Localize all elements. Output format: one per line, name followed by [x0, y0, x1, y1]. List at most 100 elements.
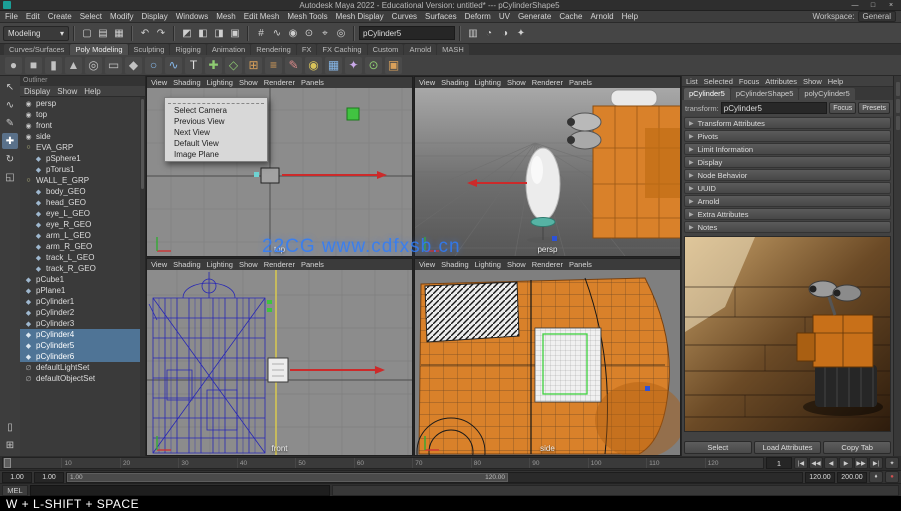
attribute-editor-tab[interactable]: polyCylinder5 — [799, 88, 854, 100]
render-view-icon[interactable]: ▥ — [465, 25, 481, 41]
make-live-icon[interactable]: ⌖ — [317, 25, 333, 41]
viewport-menu-item[interactable]: Renderer — [532, 260, 563, 269]
shelf-extrude-icon[interactable]: ⊞ — [245, 57, 262, 74]
shelf-tab[interactable]: Animation — [207, 44, 250, 55]
attribute-section-header[interactable]: ▶ Extra Attributes — [684, 208, 891, 220]
current-frame-indicator[interactable] — [4, 458, 11, 468]
attribute-section-header[interactable]: ▶ Node Behavior — [684, 169, 891, 181]
outliner-item-pcylinder3[interactable]: ◆ pCylinder3 — [20, 318, 145, 329]
menu-item[interactable]: Generate — [518, 12, 551, 21]
step-forward-button[interactable]: ▶▶ — [854, 457, 868, 469]
shelf-tab[interactable]: MASH — [437, 44, 469, 55]
snap-to-grid-icon[interactable]: # — [253, 25, 269, 41]
workspace-selector[interactable]: Workspace: General — [812, 11, 896, 22]
shelf-text-icon[interactable]: T — [185, 57, 202, 74]
menu-item[interactable]: Modify — [110, 12, 134, 21]
auto-key-toggle[interactable]: ● — [885, 471, 899, 483]
menu-item[interactable]: Create — [48, 12, 72, 21]
new-scene-icon[interactable]: ▢ — [79, 25, 95, 41]
attribute-editor-menu-item[interactable]: Selected — [704, 77, 733, 86]
attribute-editor-menu-item[interactable]: List — [686, 77, 698, 86]
shelf-plane-icon[interactable]: ▭ — [105, 57, 122, 74]
menu-item[interactable]: Help — [622, 12, 638, 21]
set-key-button[interactable]: ♦ — [869, 471, 883, 483]
dropdown-menu-item[interactable]: Next View — [166, 127, 266, 138]
viewport-menu-item[interactable]: Shading — [173, 260, 201, 269]
outliner-item-defaultlightset[interactable]: ∅ defaultLightSet — [20, 362, 145, 373]
outliner-item-pcylinder6[interactable]: ◆ pCylinder6 — [20, 351, 145, 362]
outliner-item-walle-grp[interactable]: ○ WALL_E_GRP — [20, 175, 145, 186]
shelf-multicut-icon[interactable]: ✦ — [345, 57, 362, 74]
shelf-tab[interactable]: Curves/Surfaces — [4, 44, 69, 55]
outliner-item-track-r-geo[interactable]: ◆ track_R_GEO — [20, 263, 145, 274]
viewport-menu-item[interactable]: View — [419, 78, 435, 87]
shelf-cube-icon[interactable]: ■ — [25, 57, 42, 74]
viewport-menu-item[interactable]: View — [419, 260, 435, 269]
shelf-cylinder-icon[interactable]: ▮ — [45, 57, 62, 74]
select-component-icon[interactable]: ◨ — [211, 25, 227, 41]
save-scene-icon[interactable]: ▦ — [111, 25, 127, 41]
outliner-item-front[interactable]: ◉ front — [20, 120, 145, 131]
shelf-nurbs-circle-icon[interactable]: ○ — [145, 57, 162, 74]
viewport-menu-item[interactable]: Panels — [569, 260, 592, 269]
scale-tool-icon[interactable]: ◱ — [2, 169, 18, 185]
attribute-section-header[interactable]: ▶ UUID — [684, 182, 891, 194]
outliner-scrollbar[interactable] — [140, 97, 145, 456]
menu-item[interactable]: Edit — [26, 12, 40, 21]
menu-item[interactable]: Arnold — [590, 12, 613, 21]
focus-button[interactable]: Focus — [829, 102, 856, 114]
viewport-menu-item[interactable]: Renderer — [532, 78, 563, 87]
snap-to-center-icon[interactable]: ◎ — [333, 25, 349, 41]
viewport-menu-item[interactable]: Show — [239, 260, 258, 269]
shelf-sphere-icon[interactable]: ● — [5, 57, 22, 74]
menu-item[interactable]: UV — [499, 12, 510, 21]
shelf-tab[interactable]: FX — [297, 44, 317, 55]
viewport-menu-item[interactable]: Renderer — [264, 78, 295, 87]
shelf-boolean-icon[interactable]: ◇ — [225, 57, 242, 74]
dropdown-menu-item[interactable]: Image Plane — [166, 149, 266, 160]
node-name-input[interactable] — [721, 102, 827, 114]
presets-button[interactable]: Presets — [858, 102, 890, 114]
shelf-tab[interactable]: Arnold — [404, 44, 436, 55]
outliner-item-head-geo[interactable]: ◆ head_GEO — [20, 197, 145, 208]
render-settings-icon[interactable]: ✦ — [513, 25, 529, 41]
shelf-combine-icon[interactable]: ✚ — [205, 57, 222, 74]
viewport-menu-item[interactable]: Shading — [441, 260, 469, 269]
viewport-menu-item[interactable]: Panels — [301, 260, 324, 269]
lasso-tool-icon[interactable]: ∿ — [2, 97, 18, 113]
menu-set-dropdown[interactable]: Modeling ▾ — [3, 26, 69, 41]
attribute-section-header[interactable]: ▶ Transform Attributes — [684, 117, 891, 129]
range-handle[interactable]: 1.00 120.00 — [67, 473, 508, 482]
viewport-menu-item[interactable]: Show — [239, 78, 258, 87]
outliner-item-eye-l-geo[interactable]: ◆ eye_L_GEO — [20, 208, 145, 219]
menu-item[interactable]: Mesh — [216, 12, 236, 21]
outliner-menu-item[interactable]: Help — [84, 87, 100, 96]
outliner-item-side[interactable]: ◉ side — [20, 131, 145, 142]
render-frame-icon[interactable]: ◔ — [481, 25, 497, 41]
mel-mode-toggle[interactable]: MEL — [2, 485, 28, 496]
menu-item[interactable]: File — [5, 12, 18, 21]
outliner-item-arm-r-geo[interactable]: ◆ arm_R_GEO — [20, 241, 145, 252]
go-to-end-button[interactable]: ▶| — [869, 457, 883, 469]
attribute-section-header[interactable]: ▶ Display — [684, 156, 891, 168]
minimize-button[interactable]: — — [848, 2, 862, 9]
viewport-side[interactable]: ViewShadingLightingShowRendererPanels — [414, 258, 681, 456]
menu-item[interactable]: Mesh Tools — [287, 12, 327, 21]
snap-to-plane-icon[interactable]: ⊙ — [301, 25, 317, 41]
animation-preferences-button[interactable]: ✦ — [885, 457, 899, 469]
outliner-item-pcylinder1[interactable]: ◆ pCylinder1 — [20, 296, 145, 307]
attribute-section-header[interactable]: ▶ Notes — [684, 221, 891, 233]
viewport-menu-item[interactable]: Lighting — [207, 78, 233, 87]
outliner-item-pcylinder4[interactable]: ◆ pCylinder4 — [20, 329, 145, 340]
outliner-menu-item[interactable]: Display — [24, 87, 50, 96]
dropdown-menu-item[interactable]: Select Camera — [166, 105, 266, 116]
paint-select-tool-icon[interactable]: ✎ — [2, 115, 18, 131]
viewport-front[interactable]: ViewShadingLightingShowRendererPanels — [146, 258, 413, 456]
snap-to-curve-icon[interactable]: ∿ — [269, 25, 285, 41]
menu-item[interactable]: Edit Mesh — [244, 12, 280, 21]
menu-item[interactable]: Curves — [392, 12, 417, 21]
shelf-smooth-icon[interactable]: ⊙ — [365, 57, 382, 74]
go-to-start-button[interactable]: |◀ — [794, 457, 808, 469]
viewport-menu-item[interactable]: Lighting — [475, 78, 501, 87]
menu-item[interactable]: Cache — [559, 12, 582, 21]
